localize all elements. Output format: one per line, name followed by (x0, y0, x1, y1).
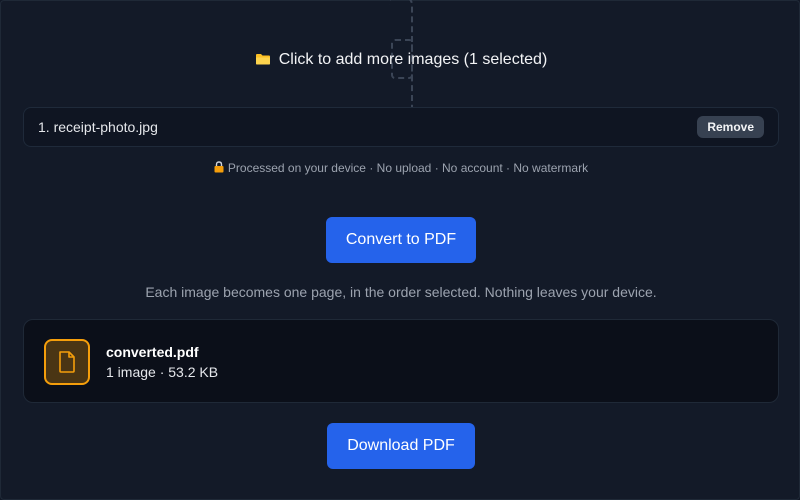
image-dropzone[interactable]: Click to add more images (1 selected) (1, 0, 800, 119)
remove-file-button[interactable]: Remove (697, 116, 764, 138)
folder-icon (255, 52, 271, 65)
result-filename: converted.pdf (106, 344, 199, 360)
file-list-item: 1. receipt-photo.jpg Remove (23, 107, 779, 147)
conversion-hint: Each image becomes one page, in the orde… (145, 284, 657, 300)
privacy-note: Processed on your device · No upload · N… (1, 160, 800, 175)
privacy-text: Processed on your device · No upload · N… (227, 161, 589, 175)
pdf-file-icon (44, 339, 90, 385)
app-frame: Click to add more images (1 selected) 1.… (0, 0, 800, 500)
download-pdf-button[interactable]: Download PDF (327, 423, 475, 469)
dropzone-label-wrap[interactable]: Click to add more images (1 selected) (1, 51, 800, 69)
result-meta: 1 image · 53.2 KB (106, 364, 219, 380)
lock-icon (214, 161, 224, 173)
convert-to-pdf-button[interactable]: Convert to PDF (326, 217, 476, 263)
dropzone-label[interactable]: Click to add more images (1 selected) (279, 51, 548, 68)
result-card: converted.pdf 1 image · 53.2 KB (23, 319, 779, 403)
file-name: 1. receipt-photo.jpg (38, 119, 158, 135)
